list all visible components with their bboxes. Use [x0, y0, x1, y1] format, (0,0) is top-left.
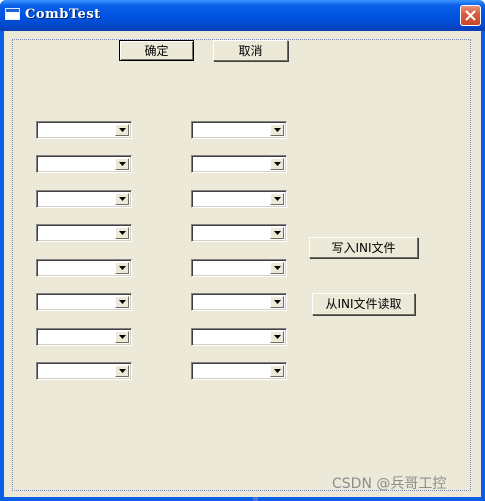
chevron-down-icon — [119, 266, 126, 270]
chevron-down-icon — [119, 369, 126, 373]
cancel-button[interactable]: 取消 — [213, 40, 288, 61]
combo-dropdown-button[interactable] — [115, 331, 129, 343]
write-ini-button-label: 写入INI文件 — [331, 240, 396, 255]
chevron-down-icon — [119, 162, 126, 166]
combo-left-2[interactable] — [36, 155, 132, 173]
ok-button[interactable]: 确定 — [119, 40, 194, 61]
combo-dropdown-button[interactable] — [270, 124, 284, 136]
chevron-down-icon — [274, 231, 281, 235]
combo-dropdown-button[interactable] — [270, 365, 284, 377]
combo-right-7[interactable] — [191, 328, 287, 346]
combo-right-4[interactable] — [191, 224, 287, 242]
combo-right-5[interactable] — [191, 259, 287, 277]
window-title: CombTest — [25, 7, 101, 22]
combo-dropdown-button[interactable] — [115, 296, 129, 308]
combo-dropdown-button[interactable] — [270, 193, 284, 205]
watermark: CSDN @兵哥工控 — [332, 476, 447, 492]
write-ini-button[interactable]: 写入INI文件 — [309, 237, 418, 258]
chevron-down-icon — [274, 128, 281, 132]
combo-dropdown-button[interactable] — [270, 227, 284, 239]
resize-grip[interactable] — [253, 497, 258, 501]
chevron-down-icon — [119, 300, 126, 304]
close-icon — [465, 10, 476, 21]
combo-left-3[interactable] — [36, 190, 132, 208]
combo-right-1[interactable] — [191, 121, 287, 139]
combo-dropdown-button[interactable] — [115, 262, 129, 274]
combo-dropdown-button[interactable] — [115, 158, 129, 170]
combo-dropdown-button[interactable] — [270, 331, 284, 343]
read-ini-button-label: 从INI文件读取 — [325, 297, 402, 311]
cancel-button-label: 取消 — [238, 43, 263, 58]
app-window-icon — [5, 8, 20, 20]
chevron-down-icon — [119, 128, 126, 132]
chevron-down-icon — [274, 162, 281, 166]
ok-button-label: 确定 — [144, 43, 169, 58]
close-button[interactable] — [460, 5, 481, 26]
read-ini-button[interactable]: 从INI文件读取 — [312, 293, 415, 315]
dialog-window: CombTest 确定 取消 写入INI文件 从INI文件读取 — [0, 0, 485, 501]
combo-right-8[interactable] — [191, 362, 287, 380]
combo-right-2[interactable] — [191, 155, 287, 173]
combo-dropdown-button[interactable] — [115, 193, 129, 205]
chevron-down-icon — [119, 197, 126, 201]
combo-dropdown-button[interactable] — [270, 262, 284, 274]
combo-dropdown-button[interactable] — [115, 365, 129, 377]
combo-right-3[interactable] — [191, 190, 287, 208]
combo-left-8[interactable] — [36, 362, 132, 380]
combo-left-6[interactable] — [36, 293, 132, 311]
combo-left-7[interactable] — [36, 328, 132, 346]
dialog-client-area: 确定 取消 写入INI文件 从INI文件读取 — [4, 31, 481, 497]
chevron-down-icon — [274, 335, 281, 339]
combo-dropdown-button[interactable] — [270, 158, 284, 170]
combo-left-1[interactable] — [36, 121, 132, 139]
chevron-down-icon — [119, 231, 126, 235]
combo-dropdown-button[interactable] — [115, 227, 129, 239]
chevron-down-icon — [119, 335, 126, 339]
chevron-down-icon — [274, 300, 281, 304]
chevron-down-icon — [274, 197, 281, 201]
chevron-down-icon — [274, 266, 281, 270]
combo-dropdown-button[interactable] — [270, 296, 284, 308]
chevron-down-icon — [274, 369, 281, 373]
title-bar[interactable]: CombTest — [0, 0, 485, 31]
combo-right-6[interactable] — [191, 293, 287, 311]
combo-left-5[interactable] — [36, 259, 132, 277]
combo-dropdown-button[interactable] — [115, 124, 129, 136]
combo-left-4[interactable] — [36, 224, 132, 242]
